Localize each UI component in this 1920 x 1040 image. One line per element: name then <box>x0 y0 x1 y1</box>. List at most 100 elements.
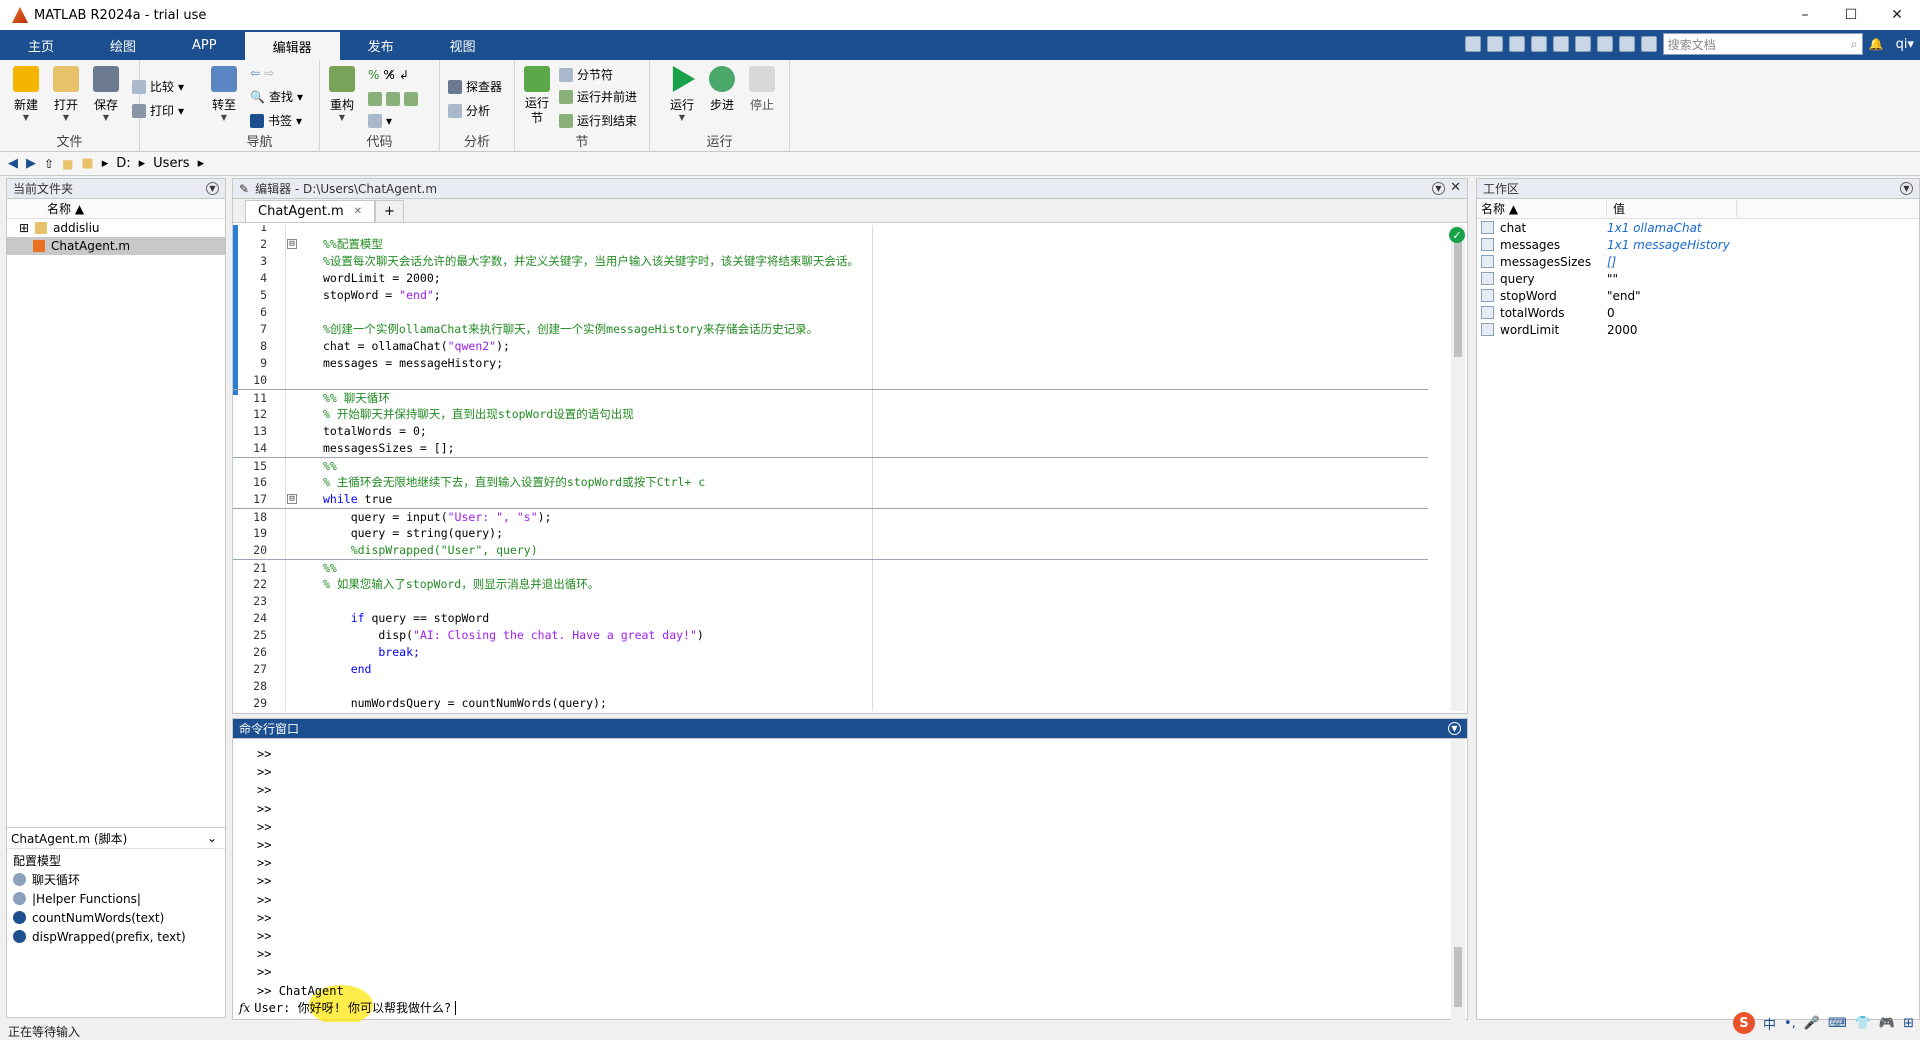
switch-windows-icon[interactable] <box>1596 36 1613 52</box>
outline-item[interactable]: countNumWords(text) <box>7 908 225 927</box>
workspace-row-messagesSizes[interactable]: messagesSizes [] <box>1477 253 1919 270</box>
outline-item[interactable]: |Helper Functions| <box>7 889 225 908</box>
arrow-left-icon[interactable]: ⇦ <box>250 66 260 80</box>
line-number[interactable]: 20 <box>233 542 267 559</box>
line-number[interactable]: 6 <box>233 304 267 321</box>
line-number[interactable]: 3 <box>233 253 267 270</box>
save-button[interactable]: 保存 ▼ <box>88 66 124 123</box>
step-button[interactable]: 步进 <box>704 66 740 113</box>
line-number[interactable]: 24 <box>233 610 267 627</box>
line-number[interactable]: 17 <box>233 491 267 508</box>
value-column-header[interactable]: 值 <box>1607 200 1737 217</box>
fold-toggle-icon[interactable]: ⊟ <box>287 239 297 249</box>
line-number[interactable]: 22 <box>233 576 267 593</box>
profiler-button[interactable]: 探查器 <box>448 78 502 95</box>
file-tab-chatagent[interactable]: ChatAgent.m ✕ <box>245 200 376 222</box>
code-line[interactable]: 19 query = string(query); <box>233 525 1428 542</box>
outline-heading[interactable]: 配置模型 <box>7 851 225 870</box>
command-output[interactable]: fx User: 你好呀! 你可以帮我做什么? >> >> >> >> >> >> >> >>… <box>233 739 1453 1025</box>
paste-icon[interactable] <box>1530 36 1547 52</box>
sogou-ime-icon[interactable]: S <box>1732 1012 1755 1034</box>
run-section-button[interactable]: 运行 节 <box>519 66 555 126</box>
code-line[interactable]: 17 while true <box>233 491 1428 508</box>
code-area[interactable]: 1 2 %%配置模型 3 %设置每次聊天会话允许的最大字数，并定义关键字，当用户输入该关… <box>233 225 1445 711</box>
ime-keyboard-icon[interactable]: ⌨ <box>1828 1016 1847 1031</box>
ime-punctuation-icon[interactable]: •, <box>1784 1016 1796 1031</box>
redo-icon[interactable] <box>1574 36 1591 52</box>
line-number[interactable]: 9 <box>233 355 267 372</box>
code-line[interactable]: 12 % 开始聊天并保持聊天，直到出现stopWord设置的语句出现 <box>233 406 1428 423</box>
line-number[interactable]: 8 <box>233 338 267 355</box>
undo-icon[interactable] <box>1552 36 1569 52</box>
settings-icon[interactable] <box>1640 36 1657 52</box>
smart-indent-icon[interactable] <box>368 92 382 106</box>
outline-item[interactable]: 聊天循环 <box>7 870 225 889</box>
expand-icon[interactable]: ⊞ <box>19 221 29 235</box>
command-scrollbar[interactable] <box>1451 739 1465 1021</box>
user-account-menu[interactable]: qi▾ <box>1896 37 1914 52</box>
line-number[interactable]: 14 <box>233 440 267 457</box>
close-button[interactable]: ✕ <box>1874 0 1920 30</box>
run-button[interactable]: 运行 ▼ <box>664 66 700 123</box>
panel-options-icon[interactable]: ▼ <box>1900 182 1913 195</box>
up-folder-icon[interactable]: ⇧ <box>44 157 54 171</box>
code-line[interactable]: 20 %dispWrapped("User", query) <box>233 542 1428 559</box>
code-line[interactable]: 11 %% 聊天循环 <box>233 389 1428 406</box>
breadcrumb-drive[interactable]: D: <box>116 156 130 171</box>
line-number[interactable]: 11 <box>233 390 267 407</box>
code-line[interactable]: 9 messages = messageHistory; <box>233 355 1428 372</box>
workspace-row-wordLimit[interactable]: wordLimit 2000 <box>1477 321 1919 338</box>
code-line[interactable]: 29 numWordsQuery = countNumWords(query); <box>233 695 1428 711</box>
file-row-chatagent[interactable]: ChatAgent.m <box>7 237 225 255</box>
line-number[interactable]: 18 <box>233 509 267 526</box>
code-line[interactable]: 23 <box>233 593 1428 610</box>
line-number[interactable]: 26 <box>233 644 267 661</box>
search-icon[interactable]: ⌕ <box>1851 37 1858 52</box>
code-analyzer-ok-icon[interactable]: ✓ <box>1449 227 1465 243</box>
name-column-header[interactable]: 名称 ▲ <box>7 199 225 219</box>
line-number[interactable]: 12 <box>233 406 267 423</box>
line-number[interactable]: 25 <box>233 627 267 644</box>
maximize-button[interactable]: ☐ <box>1828 0 1874 30</box>
indent-buttons[interactable] <box>368 92 418 106</box>
line-number[interactable]: 13 <box>233 423 267 440</box>
code-line[interactable]: 7 %创建一个实例ollamaChat来执行聊天，创建一个实例messageHis… <box>233 321 1428 338</box>
bookmark-button[interactable]: 书签 ▾ <box>250 112 302 129</box>
tab-view[interactable]: 视图 <box>422 30 504 60</box>
code-line[interactable]: 14 messagesSizes = []; <box>233 440 1428 457</box>
forward-arrow-icon[interactable]: ▶ <box>26 156 36 171</box>
goto-button[interactable]: 转至 ▼ <box>206 66 242 123</box>
scroll-thumb[interactable] <box>1454 947 1462 1007</box>
tab-home[interactable]: 主页 <box>0 30 82 60</box>
tab-plots[interactable]: 绘图 <box>82 30 164 60</box>
code-line[interactable]: 2 %%配置模型 <box>233 236 1428 253</box>
code-line[interactable]: 16 % 主循环会无限地继续下去，直到输入设置好的stopWord或按下Ctrl+… <box>233 474 1428 491</box>
line-number[interactable]: 7 <box>233 321 267 338</box>
panel-options-icon[interactable]: ▼ <box>206 182 219 195</box>
code-line[interactable]: 24 if query == stopWord <box>233 610 1428 627</box>
help-icon[interactable] <box>1618 36 1635 52</box>
code-line[interactable]: 10 <box>233 372 1428 389</box>
line-number[interactable]: 16 <box>233 474 267 491</box>
line-number[interactable]: 1 <box>233 225 267 236</box>
line-number[interactable]: 15 <box>233 458 267 475</box>
code-line[interactable]: 27 end <box>233 661 1428 678</box>
ime-toolbox-icon[interactable]: ⊞ <box>1903 1016 1914 1031</box>
uncomment-icon[interactable]: %̸ <box>383 68 394 82</box>
tab-publish[interactable]: 发布 <box>340 30 422 60</box>
code-line[interactable]: 6 <box>233 304 1428 321</box>
save-quick-icon[interactable] <box>1464 36 1481 52</box>
code-line[interactable]: 22 % 如果您输入了stopWord，则显示消息并退出循环。 <box>233 576 1428 593</box>
close-editor-icon[interactable]: ✕ <box>1450 180 1461 195</box>
code-line[interactable]: 18 query = input("User: ", "s"); <box>233 508 1428 525</box>
percent-icon[interactable]: % <box>368 68 379 82</box>
ime-game-icon[interactable]: 🎮 <box>1879 1016 1895 1031</box>
function-browser-icon[interactable]: fx <box>239 999 250 1017</box>
workspace-row-messages[interactable]: messages 1x1 messageHistory <box>1477 236 1919 253</box>
format-button[interactable]: ▾ <box>368 114 392 128</box>
analyze-button[interactable]: 分析 <box>448 102 490 119</box>
new-button[interactable]: 新建 ▼ <box>8 66 44 123</box>
wrap-comment-icon[interactable]: ↲ <box>399 68 409 82</box>
find-button[interactable]: 🔍 查找 ▾ <box>250 88 303 105</box>
run-advance-button[interactable]: 运行并前进 <box>559 88 637 105</box>
